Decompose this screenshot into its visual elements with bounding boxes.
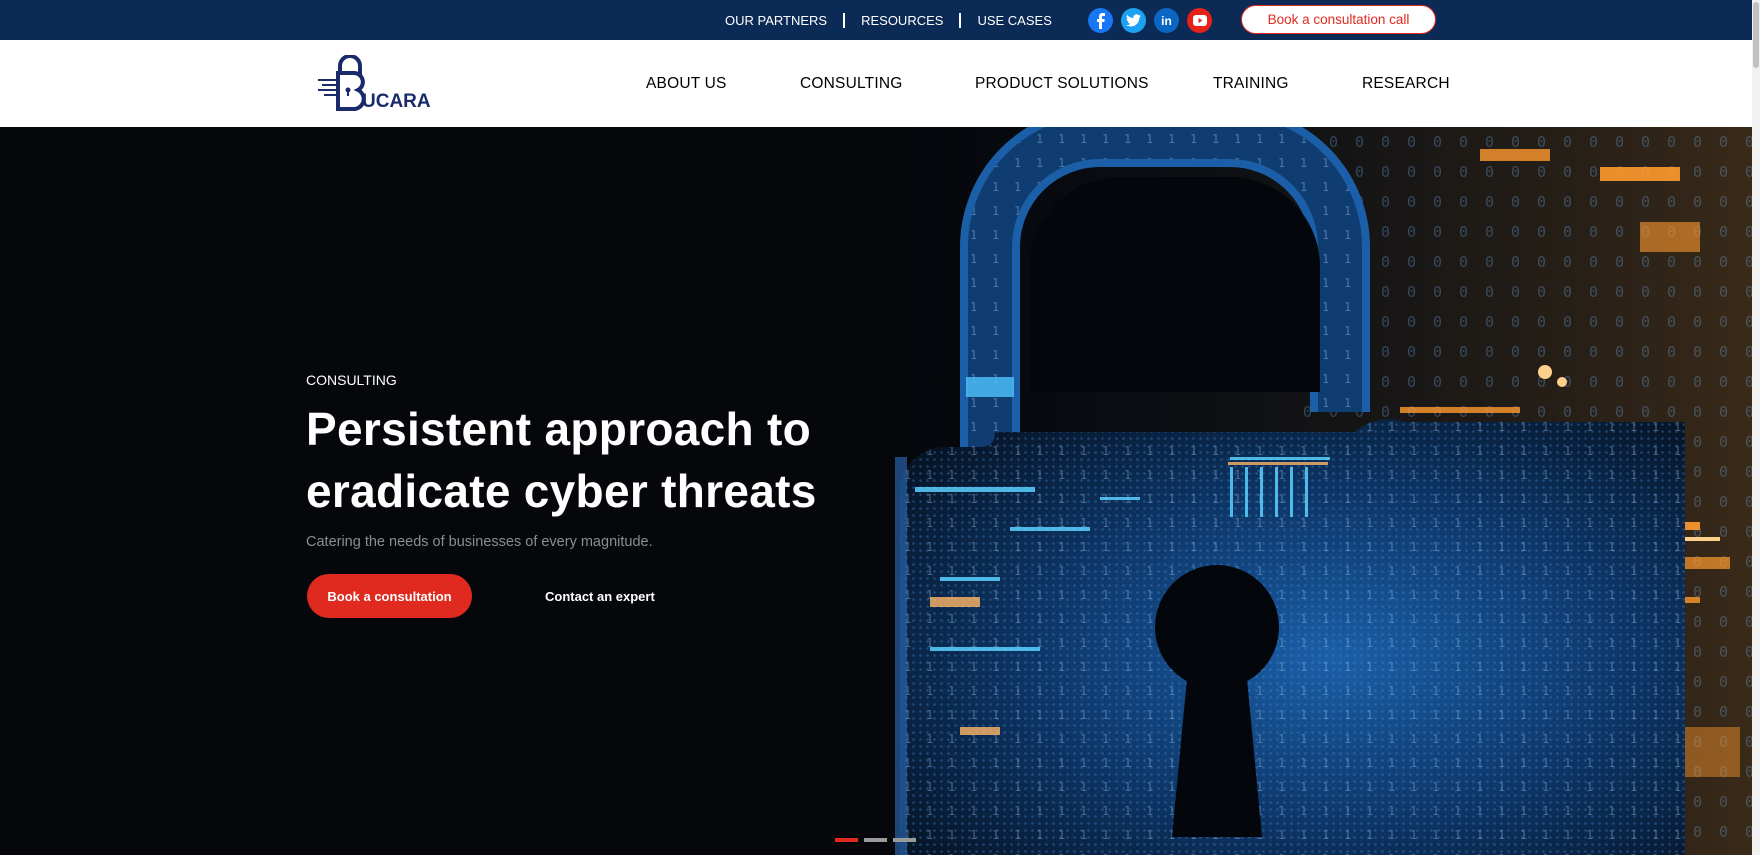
- contact-expert-button[interactable]: Contact an expert: [545, 574, 655, 618]
- main-header: UCARA ABOUT US CONSULTING PRODUCT SOLUTI…: [0, 40, 1752, 127]
- linkedin-icon[interactable]: in: [1154, 8, 1179, 33]
- divider: [843, 12, 846, 28]
- carousel-dot-1[interactable]: [835, 838, 858, 842]
- book-consultation-call-button[interactable]: Book a consultation call: [1241, 5, 1436, 34]
- youtube-icon[interactable]: [1187, 8, 1212, 33]
- nav-product-solutions[interactable]: PRODUCT SOLUTIONS: [975, 75, 1149, 93]
- top-links: OUR PARTNERS RESOURCES USE CASES: [725, 0, 1052, 40]
- twitter-icon[interactable]: [1121, 8, 1146, 33]
- nav-about-us[interactable]: ABOUT US: [646, 75, 727, 93]
- nav-research[interactable]: RESEARCH: [1362, 75, 1450, 93]
- hero-headline: Persistent approach to eradicate cyber t…: [306, 403, 817, 517]
- nav-consulting[interactable]: CONSULTING: [800, 75, 902, 93]
- logo-wordmark: UCARA: [362, 91, 431, 112]
- carousel-dot-3[interactable]: [893, 838, 916, 842]
- top-utility-bar: OUR PARTNERS RESOURCES USE CASES in Book…: [0, 0, 1760, 40]
- facebook-icon[interactable]: [1088, 8, 1113, 33]
- scrollbar-thumb[interactable]: [1753, 2, 1759, 68]
- our-partners-link[interactable]: OUR PARTNERS: [725, 13, 827, 28]
- hero-subline: Catering the needs of businesses of ever…: [306, 534, 653, 550]
- padlock-circuit-image: 0 1: [895, 127, 1752, 855]
- book-consultation-button[interactable]: Book a consultation: [307, 574, 472, 618]
- scrollbar-track[interactable]: [1752, 0, 1760, 855]
- hero-banner: 0 1: [0, 127, 1752, 855]
- use-cases-link[interactable]: USE CASES: [977, 13, 1051, 28]
- resources-link[interactable]: RESOURCES: [861, 13, 943, 28]
- hero-eyebrow: CONSULTING: [306, 372, 397, 388]
- carousel-dot-2[interactable]: [864, 838, 887, 842]
- carousel-indicators: [835, 838, 916, 842]
- bucara-logo[interactable]: UCARA: [318, 54, 442, 113]
- divider: [959, 12, 962, 28]
- social-links: in: [1088, 8, 1212, 33]
- nav-training[interactable]: TRAINING: [1213, 75, 1289, 93]
